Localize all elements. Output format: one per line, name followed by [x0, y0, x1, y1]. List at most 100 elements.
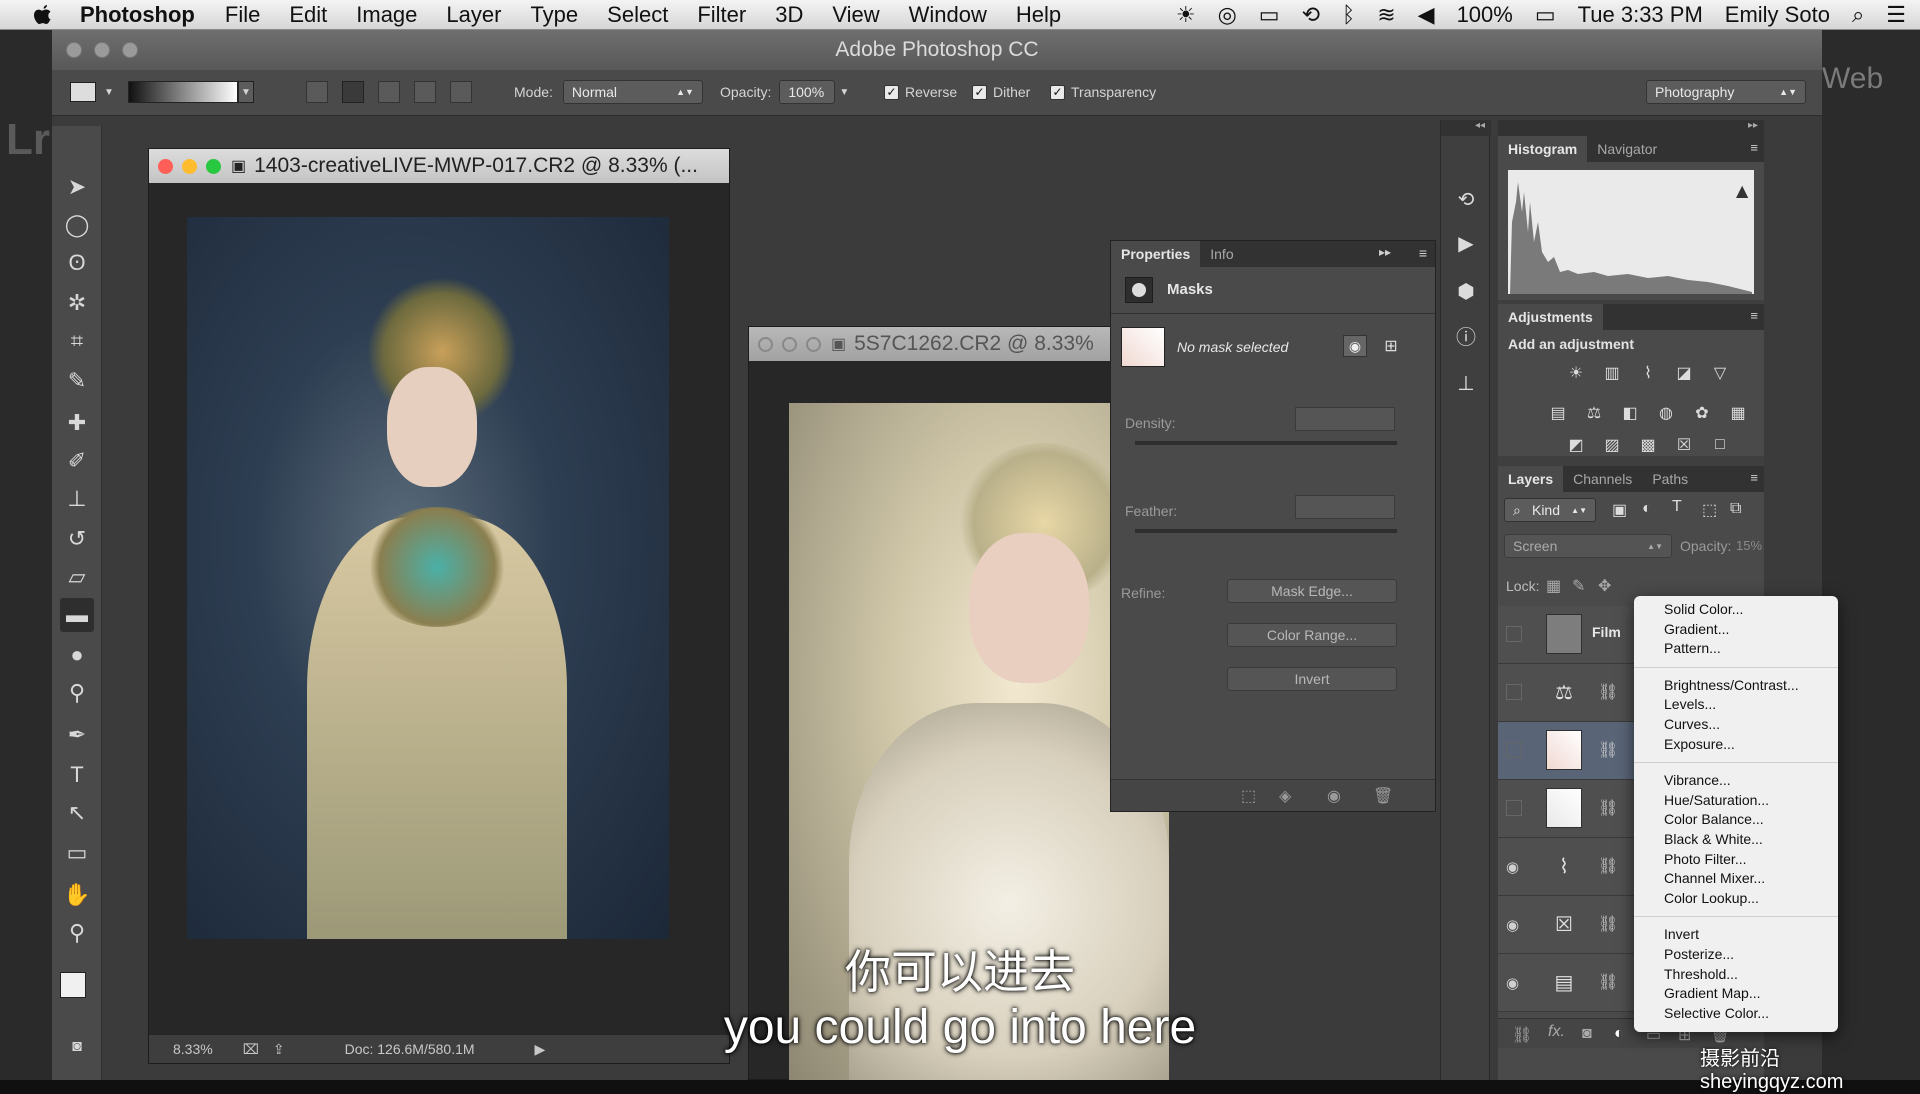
menu-item-channel-mixer[interactable]: Channel Mixer... [1634, 869, 1838, 889]
tab-properties[interactable]: Properties [1111, 241, 1201, 267]
invert-button[interactable]: Invert [1227, 667, 1397, 691]
brush-tool-icon[interactable]: ✐ [60, 444, 94, 478]
close-doc-icon[interactable] [758, 336, 773, 352]
reverse-checkbox[interactable]: ✓ Reverse [884, 80, 957, 104]
hue-saturation-icon[interactable]: ▤ [1546, 402, 1570, 424]
lock-transparency-icon[interactable]: ▦ [1546, 576, 1561, 596]
menu-item-solid-color[interactable]: Solid Color... [1634, 600, 1838, 620]
gradient-map-icon[interactable]: ☒ [1672, 434, 1696, 456]
clone-source-panel-icon[interactable]: ⊥ [1451, 368, 1481, 398]
lasso-tool-icon[interactable]: ʘ [60, 246, 94, 280]
canvas-area-1[interactable] [149, 183, 729, 1035]
diamond-gradient-button[interactable] [450, 81, 472, 103]
layer-filter-kind[interactable]: ⌕ Kind ▲▼ [1504, 498, 1596, 522]
feather-input[interactable] [1295, 495, 1395, 519]
dither-checkbox[interactable]: ✓ Dither [972, 80, 1030, 104]
color-lookup-icon[interactable]: ▦ [1726, 402, 1750, 424]
type-filter-icon[interactable]: T [1672, 498, 1682, 516]
layer-name[interactable]: Film [1592, 624, 1621, 640]
menu-select[interactable]: Select [607, 2, 668, 28]
visibility-off-box[interactable] [1506, 742, 1522, 758]
feather-slider[interactable] [1135, 529, 1397, 533]
panel-menu-icon[interactable]: ≡ [1750, 308, 1758, 323]
menu-file[interactable]: File [225, 2, 260, 28]
invert-icon[interactable]: ◩ [1564, 434, 1588, 456]
layer-opacity-value[interactable]: 15% [1736, 538, 1762, 553]
density-slider[interactable] [1135, 441, 1397, 445]
tab-info[interactable]: Info [1200, 241, 1243, 267]
menu-help[interactable]: Help [1016, 2, 1061, 28]
levels-icon[interactable]: ▥ [1600, 362, 1624, 384]
rectangle-tool-icon[interactable]: ▭ [60, 836, 94, 870]
collapse-right-panels-icon[interactable]: ▸▸ [1498, 120, 1764, 136]
menu-image[interactable]: Image [356, 2, 417, 28]
transparency-checkbox[interactable]: ✓ Transparency [1050, 80, 1156, 104]
history-panel-icon[interactable]: ⟲ [1451, 184, 1481, 214]
radial-gradient-button[interactable] [342, 81, 364, 103]
user-name[interactable]: Emily Soto [1725, 2, 1830, 28]
menu-item-levels[interactable]: Levels... [1634, 695, 1838, 715]
opacity-dropdown-icon[interactable]: ▼ [839, 87, 849, 98]
info-panel-icon[interactable]: ⓘ [1451, 320, 1481, 350]
creative-cloud-icon[interactable]: ◎ [1218, 2, 1237, 28]
menu-3d[interactable]: 3D [775, 2, 803, 28]
menu-view[interactable]: View [832, 2, 879, 28]
vibrance-icon[interactable]: ▽ [1708, 362, 1732, 384]
marquee-tool-icon[interactable]: ◯ [60, 208, 94, 242]
gradient-tool-icon[interactable]: ▬ [60, 598, 94, 632]
menu-type[interactable]: Type [530, 2, 578, 28]
app-menu-photoshop[interactable]: Photoshop [80, 2, 195, 28]
document-1-tab[interactable]: ▣ 1403-creativeLIVE-MWP-017.CR2 @ 8.33% … [149, 149, 729, 183]
eyedropper-tool-icon[interactable]: ✎ [60, 364, 94, 398]
battery-icon[interactable]: ▭ [1535, 2, 1556, 28]
history-brush-tool-icon[interactable]: ↺ [60, 522, 94, 556]
type-tool-icon[interactable]: T [60, 758, 94, 792]
mode-select[interactable]: Normal ▲▼ [562, 80, 703, 104]
link-icon[interactable]: ⛓ [1598, 740, 1618, 760]
link-icon[interactable]: ⛓ [1598, 798, 1618, 818]
opacity-input[interactable]: 100% [779, 80, 836, 104]
menu-item-pattern[interactable]: Pattern... [1634, 639, 1838, 659]
pixel-filter-icon[interactable]: ▣ [1612, 500, 1627, 520]
crop-tool-icon[interactable]: ⌗ [60, 324, 94, 358]
lock-pixels-icon[interactable]: ✎ [1572, 576, 1585, 596]
3d-panel-icon[interactable]: ⬢ [1451, 276, 1481, 306]
bluetooth-icon[interactable]: ᛒ [1342, 2, 1355, 28]
minimize-doc-icon[interactable] [782, 336, 797, 352]
lock-position-icon[interactable]: ✥ [1598, 576, 1611, 596]
workspace-switcher[interactable]: Photography ▲▼ [1646, 80, 1806, 104]
minimize-window-button[interactable] [94, 42, 110, 58]
gradient-picker[interactable]: ▼ [128, 80, 254, 104]
panel-menu-icon[interactable]: ≡ [1750, 140, 1758, 155]
eraser-tool-icon[interactable]: ▱ [60, 560, 94, 594]
exposure-icon[interactable]: ◪ [1672, 362, 1696, 384]
move-tool-icon[interactable]: ➤ [60, 170, 94, 204]
menu-window[interactable]: Window [909, 2, 987, 28]
close-doc-icon[interactable] [158, 158, 173, 174]
visibility-off-box[interactable] [1506, 800, 1522, 816]
angle-gradient-button[interactable] [378, 81, 400, 103]
menu-filter[interactable]: Filter [697, 2, 746, 28]
link-icon[interactable]: ⛓ [1598, 682, 1618, 702]
collapse-dock-icon[interactable]: ◂◂ [1441, 120, 1491, 136]
menu-layer[interactable]: Layer [446, 2, 501, 28]
blur-tool-icon[interactable]: ● [60, 638, 94, 672]
wifi-icon[interactable]: ≋ [1377, 2, 1395, 28]
menu-item-gradient[interactable]: Gradient... [1634, 620, 1838, 640]
volume-icon[interactable]: ◀ [1418, 2, 1435, 28]
selective-color-icon[interactable]: □ [1708, 434, 1732, 456]
shape-filter-icon[interactable]: ⬚ [1702, 500, 1717, 520]
photo-filter-icon[interactable]: ◍ [1654, 402, 1678, 424]
smart-object-filter-icon[interactable]: ⧉ [1730, 500, 1741, 518]
mask-edge-button[interactable]: Mask Edge... [1227, 579, 1397, 603]
tab-channels[interactable]: Channels [1563, 466, 1642, 492]
add-pixel-mask-icon[interactable]: ◉ [1343, 335, 1367, 357]
close-window-button[interactable] [66, 42, 82, 58]
load-selection-icon[interactable]: ⬚ [1241, 786, 1256, 806]
menu-item-color-lookup[interactable]: Color Lookup... [1634, 889, 1838, 909]
link-icon[interactable]: ⛓ [1598, 856, 1618, 876]
path-selection-tool-icon[interactable]: ↖ [60, 796, 94, 830]
posterize-icon[interactable]: ▨ [1600, 434, 1624, 456]
battery-percent[interactable]: 100% [1457, 2, 1513, 28]
notification-center-icon[interactable]: ☰ [1886, 2, 1906, 28]
